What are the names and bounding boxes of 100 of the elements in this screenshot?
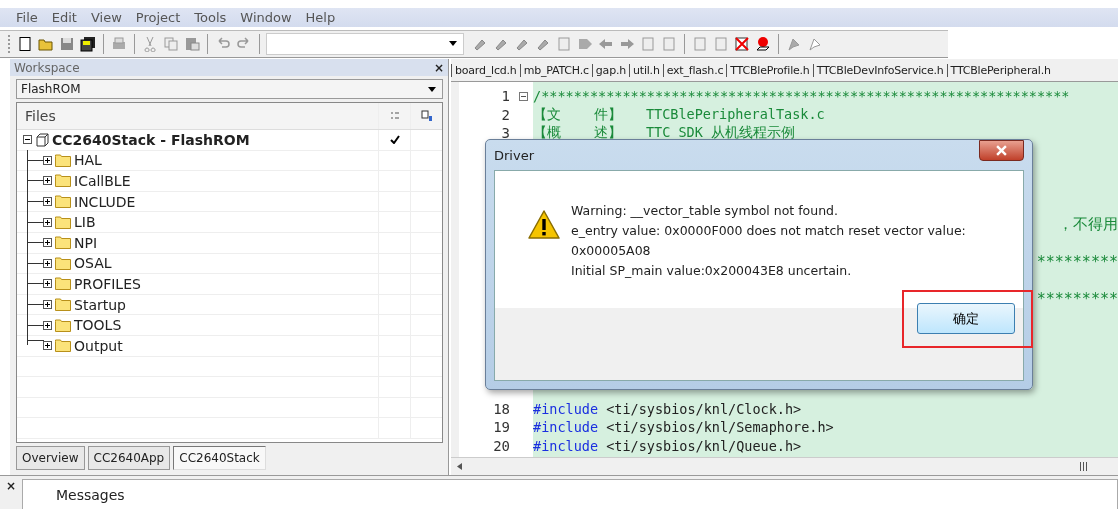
expand-toggle-icon[interactable] xyxy=(43,238,52,248)
menu-item[interactable]: File xyxy=(16,10,38,25)
workspace-tab[interactable]: Overview xyxy=(16,446,85,470)
project-icon xyxy=(35,132,49,147)
save-icon[interactable] xyxy=(59,36,75,52)
caret-icon xyxy=(449,41,457,46)
new-file-icon[interactable] xyxy=(17,36,33,52)
folder-icon xyxy=(55,174,71,188)
tag-icon[interactable] xyxy=(577,36,593,52)
editor-tab[interactable]: TTCBleDevInfoService.h xyxy=(812,63,947,77)
folder-icon xyxy=(55,298,71,312)
group-label[interactable]: TOOLS xyxy=(74,317,122,334)
editor-tab[interactable]: ext_flash.c xyxy=(662,63,727,77)
group-label[interactable]: LIB xyxy=(74,214,96,231)
menu-item[interactable]: Help xyxy=(305,10,336,25)
group-label[interactable]: PROFILES xyxy=(74,275,141,292)
editor-tab[interactable]: board_lcd.h xyxy=(451,63,520,77)
expand-toggle-icon[interactable] xyxy=(43,320,52,330)
folder-icon xyxy=(55,153,71,167)
expand-toggle-icon[interactable] xyxy=(43,197,52,207)
close-button[interactable]: × xyxy=(0,479,22,493)
back-arrow-icon[interactable] xyxy=(598,36,614,52)
expand-toggle-icon[interactable] xyxy=(43,258,52,268)
save-all-icon[interactable] xyxy=(80,36,96,52)
line-number: 1 xyxy=(501,88,510,105)
warning-icon xyxy=(527,209,561,241)
code-text: ********* xyxy=(1036,252,1118,271)
project-name[interactable]: CC2640Stack - FlashROM xyxy=(52,131,250,148)
line-number: 3 xyxy=(501,124,510,141)
expand-toggle-icon[interactable] xyxy=(43,155,52,165)
menu-item[interactable]: View xyxy=(90,10,122,25)
expand-toggle-icon[interactable] xyxy=(43,176,52,186)
open-folder-icon[interactable] xyxy=(38,36,54,52)
code-text: /***************************************************************** xyxy=(533,88,1070,105)
code-text: <ti/sysbios/knl/Clock.h> xyxy=(605,400,802,417)
code-text: ，不得用 xyxy=(1058,215,1118,235)
group-label[interactable]: INCLUDE xyxy=(74,193,136,210)
group-label[interactable]: OSAL xyxy=(74,255,112,272)
close-button[interactable] xyxy=(979,140,1024,161)
line-number: 20 xyxy=(493,437,510,454)
editor-tab[interactable]: mb_PATCH.c xyxy=(519,63,592,77)
expand-toggle-icon[interactable] xyxy=(43,279,52,289)
fold-toggle-icon[interactable] xyxy=(519,91,528,101)
paste-icon[interactable] xyxy=(184,36,200,52)
code-text: 【概 述】 TTC SDK 从机线程示例 xyxy=(533,123,795,142)
line-number: 19 xyxy=(493,419,510,436)
cut-icon[interactable] xyxy=(142,36,158,52)
line-number: 2 xyxy=(501,106,510,123)
group-label[interactable]: Startup xyxy=(74,296,126,313)
editor-tab[interactable]: gap.h xyxy=(591,63,629,77)
print-icon[interactable] xyxy=(111,36,127,52)
menu-item[interactable]: Project xyxy=(135,10,181,25)
folder-icon xyxy=(55,195,71,209)
panel-title: Messages xyxy=(56,487,125,503)
expand-toggle-icon[interactable] xyxy=(43,217,52,227)
code-text: <ti/sysbios/knl/Semaphore.h> xyxy=(605,419,834,436)
group-label[interactable]: HAL xyxy=(74,152,102,169)
grip-icon xyxy=(1079,462,1088,471)
code-text: #include xyxy=(533,400,599,417)
line-number: 18 xyxy=(493,400,510,417)
folder-icon xyxy=(55,215,71,229)
warning-message: e_entry value: 0x0000F000 does not match reset vector value: xyxy=(571,222,966,240)
panel-title: Workspace xyxy=(14,60,80,75)
menu-item[interactable]: Window xyxy=(240,10,292,25)
close-icon xyxy=(996,145,1007,156)
folder-icon xyxy=(55,339,71,353)
code-text: #include xyxy=(533,437,599,454)
scroll-left-icon[interactable] xyxy=(457,463,462,470)
warning-message: Warning: __vector_table symbol not found. xyxy=(571,202,839,220)
group-label[interactable]: ICallBLE xyxy=(74,173,131,189)
editor-tab[interactable]: util.h xyxy=(629,63,663,77)
folder-icon xyxy=(55,256,71,270)
code-text: #include xyxy=(533,419,599,436)
folder-icon xyxy=(55,277,71,291)
debug-icon[interactable] xyxy=(755,36,771,52)
editor-tab[interactable]: TTCBlePeripheral.h xyxy=(946,63,1054,77)
code-text: ********* xyxy=(1036,289,1118,308)
caret-icon xyxy=(428,87,436,92)
column-header: Files xyxy=(24,107,57,126)
expand-toggle-icon[interactable] xyxy=(43,300,52,310)
editor-tab[interactable]: TTCBleProfile.h xyxy=(726,63,813,77)
copy-icon[interactable] xyxy=(163,36,179,52)
folder-icon xyxy=(55,318,71,332)
menu-item[interactable]: Tools xyxy=(194,10,227,25)
workspace-tab[interactable]: CC2640App xyxy=(87,446,171,470)
group-label[interactable]: NPI xyxy=(74,234,98,251)
group-label[interactable]: Output xyxy=(74,337,123,354)
dialog-title: Driver xyxy=(494,147,534,163)
warning-message: 0x00005A08 xyxy=(571,242,652,260)
folder-icon xyxy=(55,236,71,250)
collapse-toggle-icon[interactable] xyxy=(23,135,32,145)
workspace-tab[interactable]: CC2640Stack xyxy=(173,446,266,470)
configuration-dropdown[interactable]: FlashROM xyxy=(16,79,443,99)
forward-arrow-icon[interactable] xyxy=(619,36,635,52)
warning-message: Initial SP_main value:0x200043E8 uncertain. xyxy=(571,262,853,280)
close-button[interactable]: × xyxy=(433,60,444,75)
menu-item[interactable]: Edit xyxy=(51,10,77,25)
expand-toggle-icon[interactable] xyxy=(43,341,52,351)
ok-button[interactable]: 确定 xyxy=(917,303,1015,334)
find-combo-box[interactable] xyxy=(266,33,464,55)
